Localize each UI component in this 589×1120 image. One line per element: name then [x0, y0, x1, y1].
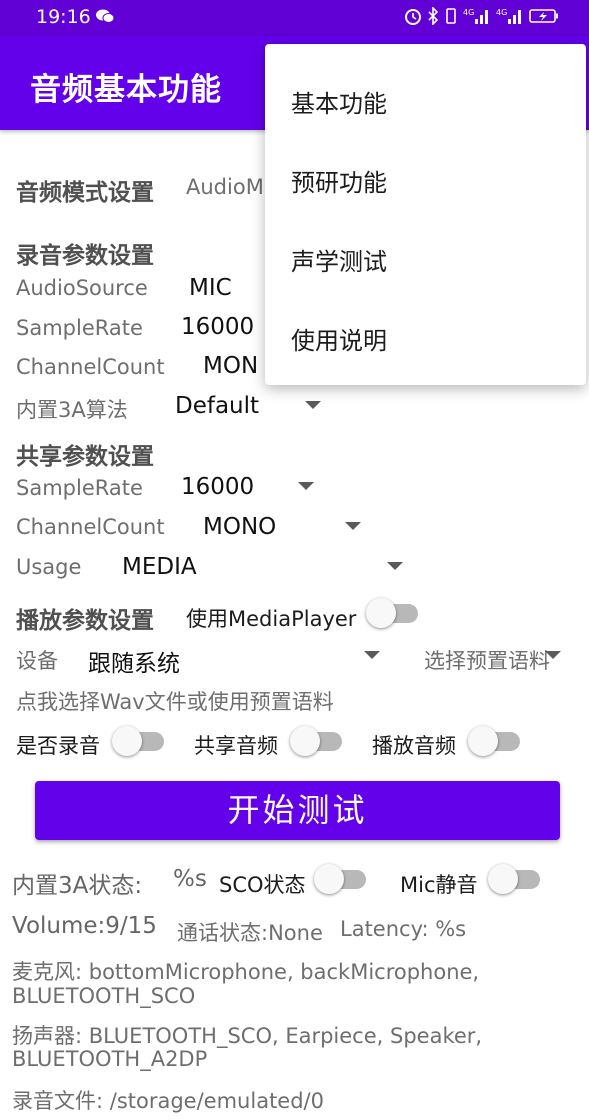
- menu-item-research[interactable]: 预研功能: [291, 163, 387, 198]
- share-channel-arrow-icon[interactable]: [345, 522, 361, 530]
- device-label: 设备: [16, 649, 58, 673]
- pick-wav-link[interactable]: 点我选择Wav文件或使用预置语料: [16, 686, 334, 716]
- mediaplayer-switch[interactable]: [366, 597, 422, 629]
- speaker-list-line2: BLUETOOTH_A2DP: [12, 1047, 208, 1071]
- record-samplerate-select[interactable]: 16000: [181, 314, 254, 340]
- usage-select[interactable]: MEDIA: [122, 554, 197, 580]
- audio-mode-heading: 音频模式设置: [16, 180, 154, 206]
- vibrate-icon: [446, 8, 456, 24]
- menu-item-acoustic-test[interactable]: 声学测试: [291, 242, 387, 277]
- share-params-heading: 共享参数设置: [16, 444, 154, 470]
- latency-text: Latency: %s: [340, 917, 467, 941]
- record-samplerate-label: SampleRate: [16, 316, 143, 340]
- overflow-menu: 基本功能 预研功能 声学测试 使用说明: [265, 44, 586, 385]
- play-switch[interactable]: [468, 725, 524, 757]
- record-channel-select[interactable]: MON: [203, 353, 258, 379]
- device-select[interactable]: 跟随系统: [88, 644, 180, 678]
- share-channel-label: ChannelCount: [16, 515, 165, 539]
- mediaplayer-label: 使用MediaPlayer: [186, 607, 357, 631]
- preset-corpus-select[interactable]: 选择预置语料: [424, 645, 550, 675]
- alarm-icon: [405, 9, 421, 25]
- status-time: 19:16: [36, 6, 91, 28]
- microphone-list-line1: 麦克风: bottomMicrophone, backMicrophone,: [12, 960, 480, 984]
- start-test-button[interactable]: 开始测试: [35, 781, 560, 840]
- wechat-icon: [96, 9, 114, 23]
- algo-select[interactable]: Default: [175, 393, 259, 419]
- record-channel-label: ChannelCount: [16, 355, 165, 379]
- microphone-list-line2: BLUETOOTH_SCO: [12, 984, 196, 1008]
- record-switch[interactable]: [112, 725, 168, 757]
- usage-arrow-icon[interactable]: [387, 562, 403, 570]
- sco-label: SCO状态: [219, 873, 306, 897]
- menu-item-instructions[interactable]: 使用说明: [291, 321, 387, 356]
- share-samplerate-arrow-icon[interactable]: [298, 482, 314, 490]
- share-switch[interactable]: [290, 725, 346, 757]
- device-arrow-icon[interactable]: [364, 651, 380, 659]
- share-toggle-label: 共享音频: [194, 734, 278, 758]
- menu-item-basic[interactable]: 基本功能: [291, 84, 387, 119]
- record-file-path: 录音文件: /storage/emulated/0: [12, 1089, 324, 1113]
- share-samplerate-select[interactable]: 16000: [181, 474, 254, 500]
- sco-switch[interactable]: [314, 863, 370, 895]
- mic-mute-switch[interactable]: [488, 863, 544, 895]
- app-title: 音频基本功能: [30, 72, 222, 108]
- record-params-heading: 录音参数设置: [16, 243, 154, 269]
- speaker-list-line1: 扬声器: BLUETOOTH_SCO, Earpiece, Speaker,: [12, 1024, 483, 1048]
- battery-charging-icon: [529, 9, 558, 23]
- share-channel-select[interactable]: MONO: [203, 514, 276, 540]
- play-toggle-label: 播放音频: [372, 734, 456, 758]
- audio-source-label: AudioSource: [16, 276, 148, 300]
- preset-arrow-icon[interactable]: [545, 651, 561, 659]
- bluetooth-icon: [428, 7, 439, 25]
- audio-source-select[interactable]: MIC: [189, 275, 232, 301]
- algo-dropdown-arrow-icon[interactable]: [305, 401, 321, 409]
- audio-mode-select[interactable]: AudioM: [186, 175, 264, 199]
- algo-label: 内置3A算法: [16, 398, 128, 422]
- usage-label: Usage: [16, 555, 82, 579]
- volume-text: Volume:9/15: [12, 913, 157, 939]
- share-samplerate-label: SampleRate: [16, 476, 143, 500]
- aec-status-label: 内置3A状态:: [12, 873, 143, 899]
- signal-4g-icon: 4G: [463, 8, 488, 24]
- svg-text:4G: 4G: [463, 8, 474, 17]
- record-toggle-label: 是否录音: [16, 734, 100, 758]
- playback-params-heading: 播放参数设置: [16, 608, 154, 634]
- aec-status-value: %s: [173, 866, 207, 892]
- call-state-text: 通话状态:None: [177, 921, 323, 945]
- signal-4g-icon: 4G: [496, 8, 521, 24]
- svg-text:4G: 4G: [496, 8, 507, 17]
- mic-mute-label: Mic静音: [400, 873, 478, 897]
- status-bar: 19:16 4G 4G: [0, 0, 589, 36]
